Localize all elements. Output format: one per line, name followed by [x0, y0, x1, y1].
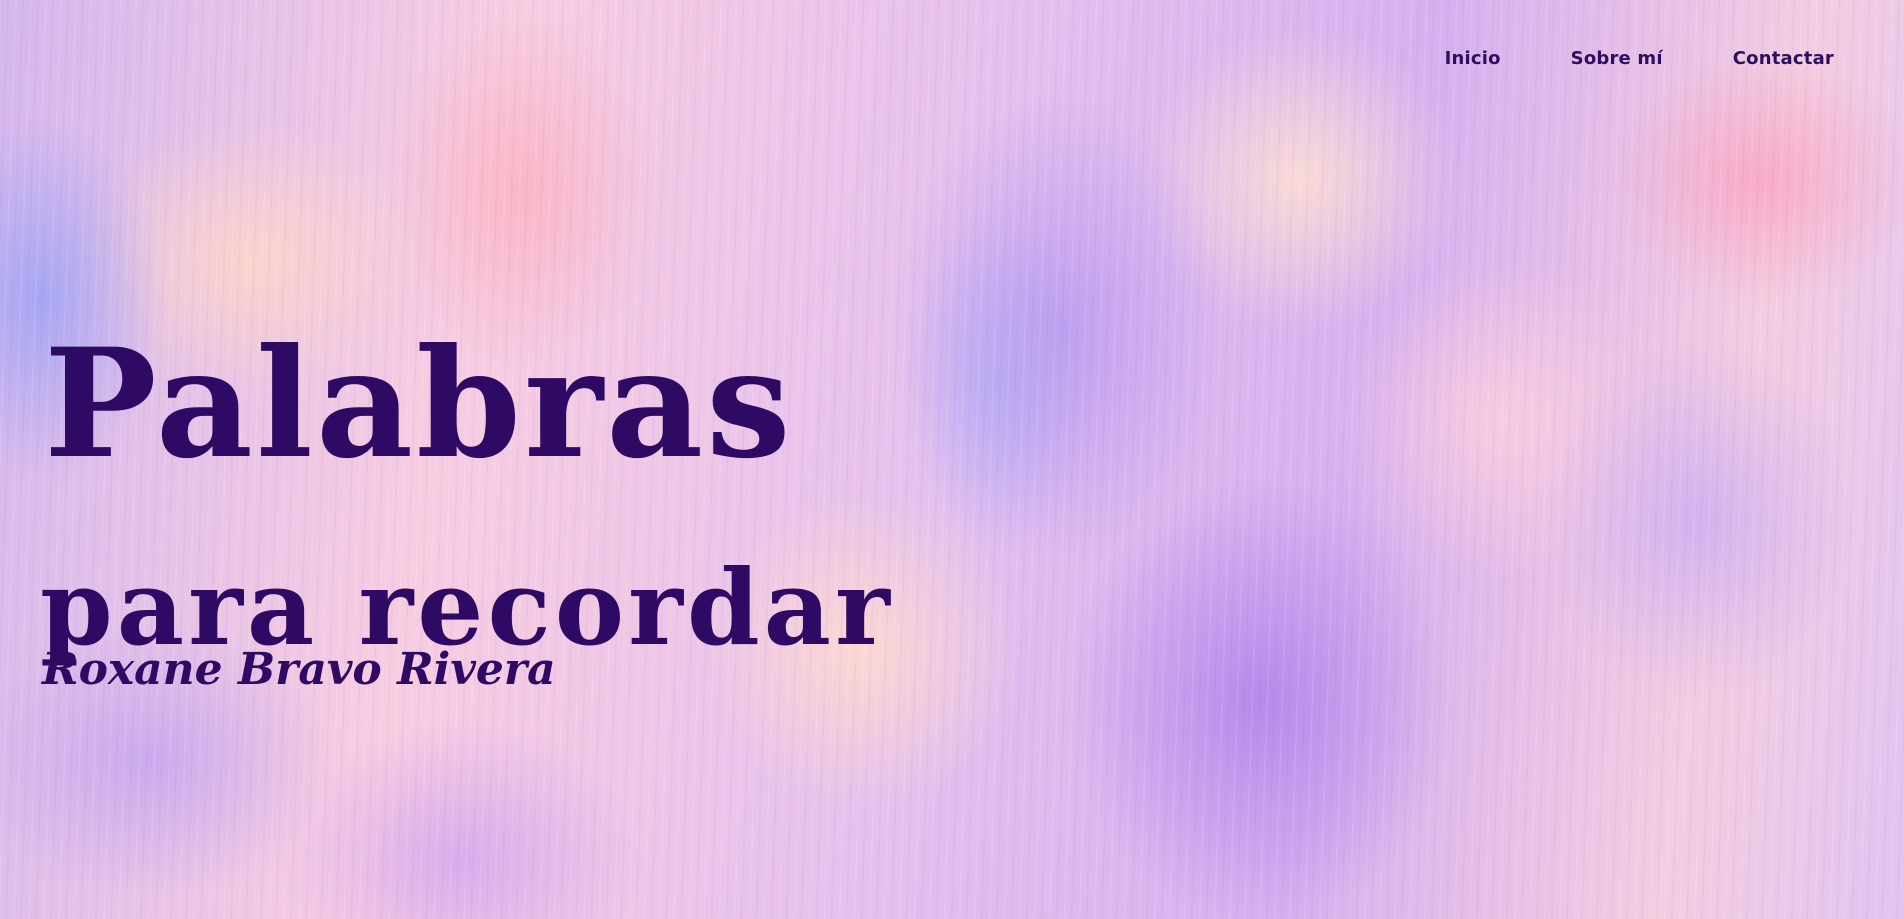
top-navigation: Inicio Sobre mí Contactar	[1445, 48, 1834, 69]
author-name: Roxane Bravo Rivera	[42, 644, 556, 695]
nav-link-sobre-mi[interactable]: Sobre mí	[1571, 48, 1663, 69]
nav-link-inicio[interactable]: Inicio	[1445, 48, 1501, 69]
hero-background: Inicio Sobre mí Contactar Palabras para …	[0, 0, 1904, 919]
nav-link-contactar[interactable]: Contactar	[1733, 48, 1834, 69]
hero-title-line-1: Palabras	[44, 315, 794, 492]
